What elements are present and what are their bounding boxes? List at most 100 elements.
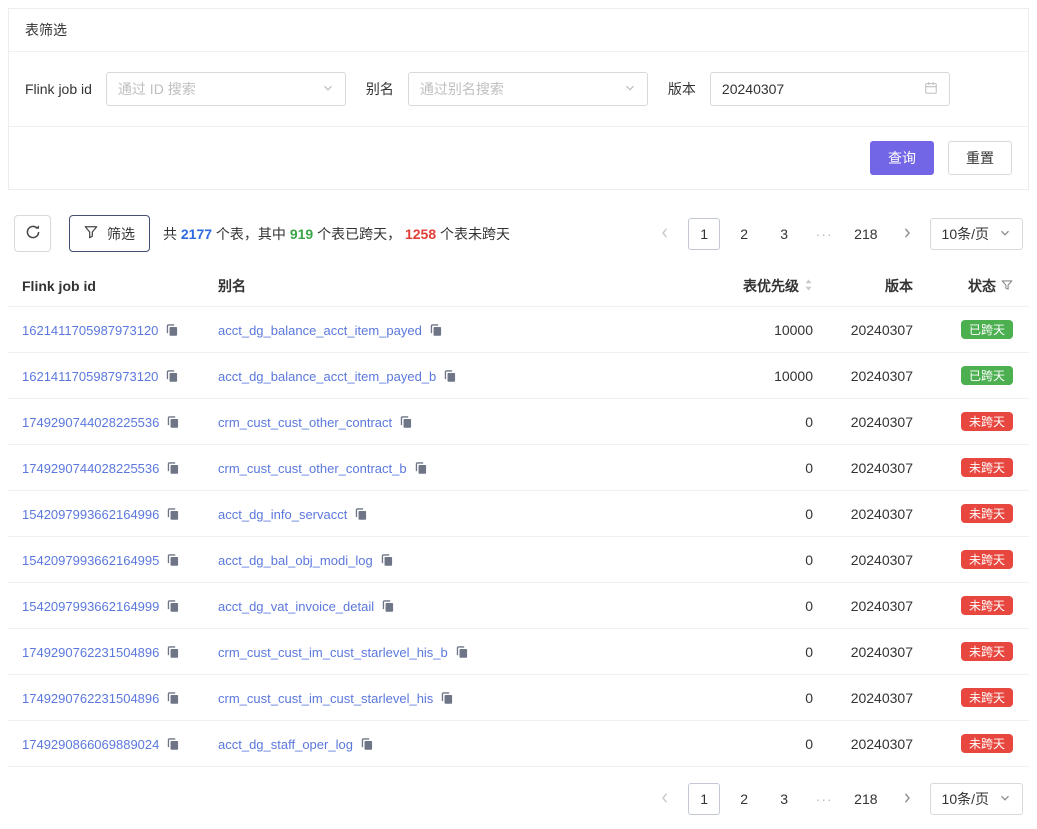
job-id-link[interactable]: 1542097993662164996 (22, 507, 159, 522)
page-button-1[interactable]: 1 (688, 783, 720, 815)
version-cell: 20240307 (829, 537, 929, 583)
job-id-cell: 1621411705987973120 (8, 353, 204, 399)
copy-icon[interactable] (166, 737, 180, 751)
copy-icon[interactable] (165, 369, 179, 383)
page-size-select[interactable]: 10条/页 (930, 218, 1023, 250)
alias-link[interactable]: acct_dg_balance_acct_item_payed_b (218, 369, 436, 384)
query-button[interactable]: 查询 (870, 141, 934, 175)
job-id-link[interactable]: 1621411705987973120 (22, 369, 158, 384)
copy-icon[interactable] (354, 507, 368, 521)
alias-cell: acct_dg_vat_invoice_detail (204, 583, 717, 629)
version-date-input[interactable]: 20240307 (710, 72, 950, 106)
col-header-priority[interactable]: 表优先级 (717, 266, 829, 307)
job-id-link[interactable]: 1749290762231504896 (22, 691, 159, 706)
status-filter-icon[interactable] (1001, 278, 1013, 294)
page-button-1[interactable]: 1 (688, 218, 720, 250)
copy-icon[interactable] (166, 599, 180, 613)
copy-icon[interactable] (443, 369, 457, 383)
priority-cell: 0 (717, 721, 829, 767)
job-id-link[interactable]: 1621411705987973120 (22, 323, 158, 338)
copy-icon[interactable] (166, 691, 180, 705)
status-cell: 未跨天 (929, 537, 1029, 583)
alias-cell: crm_cust_cust_im_cust_starlevel_his_b (204, 629, 717, 675)
status-cell: 已跨天 (929, 307, 1029, 353)
copy-icon[interactable] (166, 461, 180, 475)
job-id-field: Flink job id 通过 ID 搜索 (25, 72, 346, 106)
version-value: 20240307 (722, 81, 784, 97)
chevron-down-icon (322, 81, 334, 97)
alias-field: 别名 通过别名搜索 (366, 72, 648, 106)
job-id-link[interactable]: 1749290866069889024 (22, 737, 159, 752)
job-id-select[interactable]: 通过 ID 搜索 (106, 72, 346, 106)
copy-icon[interactable] (166, 645, 180, 659)
alias-link[interactable]: crm_cust_cust_other_contract (218, 415, 392, 430)
alias-link[interactable]: crm_cust_cust_im_cust_starlevel_his_b (218, 645, 448, 660)
summary-text: 个表已跨天， (313, 226, 405, 242)
job-id-link[interactable]: 1749290762231504896 (22, 645, 159, 660)
page: 表筛选 Flink job id 通过 ID 搜索 别名 通过别名搜索 (0, 0, 1037, 829)
refresh-button[interactable] (14, 215, 51, 252)
alias-link[interactable]: acct_dg_info_servacct (218, 507, 347, 522)
toolbar: 筛选 共 2177 个表，其中 919 个表已跨天， 1258 个表未跨天 12… (14, 215, 1023, 252)
filter-toggle-label: 筛选 (107, 224, 135, 244)
copy-icon[interactable] (380, 553, 394, 567)
copy-icon[interactable] (414, 461, 428, 475)
priority-cell: 0 (717, 445, 829, 491)
alias-link[interactable]: acct_dg_bal_obj_modi_log (218, 553, 373, 568)
filter-row: Flink job id 通过 ID 搜索 别名 通过别名搜索 (9, 52, 1028, 127)
page-button-3[interactable]: 3 (768, 783, 800, 815)
table-row: 1749290744028225536 crm_cust_cust_other_… (8, 445, 1029, 491)
page-button-3[interactable]: 3 (768, 218, 800, 250)
alias-select[interactable]: 通过别名搜索 (408, 72, 648, 106)
copy-icon[interactable] (166, 415, 180, 429)
copy-icon[interactable] (455, 645, 469, 659)
copy-icon[interactable] (360, 737, 374, 751)
status-badge: 未跨天 (961, 504, 1013, 523)
pagination-ellipsis[interactable]: ··· (808, 783, 840, 815)
next-page-button[interactable] (892, 218, 922, 250)
page-size-select[interactable]: 10条/页 (930, 783, 1023, 815)
table-row: 1621411705987973120 acct_dg_balance_acct… (8, 307, 1029, 353)
alias-link[interactable]: acct_dg_vat_invoice_detail (218, 599, 374, 614)
job-id-link[interactable]: 1749290744028225536 (22, 415, 159, 430)
copy-icon[interactable] (429, 323, 443, 337)
job-id-cell: 1542097993662164996 (8, 491, 204, 537)
copy-icon[interactable] (440, 691, 454, 705)
copy-icon[interactable] (166, 507, 180, 521)
sort-icon[interactable] (804, 278, 813, 295)
prev-page-button[interactable] (650, 783, 680, 815)
alias-cell: acct_dg_balance_acct_item_payed_b (204, 353, 717, 399)
alias-cell: acct_dg_staff_oper_log (204, 721, 717, 767)
page-button-218[interactable]: 218 (848, 783, 883, 815)
copy-icon[interactable] (399, 415, 413, 429)
version-cell: 20240307 (829, 445, 929, 491)
status-badge: 未跨天 (961, 412, 1013, 431)
chevron-right-icon (901, 791, 913, 807)
filter-toggle-button[interactable]: 筛选 (69, 215, 150, 252)
alias-link[interactable]: acct_dg_staff_oper_log (218, 737, 353, 752)
copy-icon[interactable] (165, 323, 179, 337)
next-page-button[interactable] (892, 783, 922, 815)
prev-page-button[interactable] (650, 218, 680, 250)
table-row: 1542097993662164999 acct_dg_vat_invoice_… (8, 583, 1029, 629)
alias-link[interactable]: crm_cust_cust_other_contract_b (218, 461, 407, 476)
page-button-218[interactable]: 218 (848, 218, 883, 250)
page-button-2[interactable]: 2 (728, 218, 760, 250)
page-button-2[interactable]: 2 (728, 783, 760, 815)
version-field: 版本 20240307 (668, 72, 950, 106)
job-id-link[interactable]: 1542097993662164995 (22, 553, 159, 568)
alias-cell: crm_cust_cust_im_cust_starlevel_his (204, 675, 717, 721)
job-id-link[interactable]: 1749290744028225536 (22, 461, 159, 476)
tables-table: Flink job id 别名 表优先级 版本 状态 (8, 266, 1029, 767)
status-cell: 未跨天 (929, 491, 1029, 537)
copy-icon[interactable] (166, 553, 180, 567)
pagination-ellipsis[interactable]: ··· (808, 218, 840, 250)
alias-link[interactable]: acct_dg_balance_acct_item_payed (218, 323, 422, 338)
status-badge: 已跨天 (961, 366, 1013, 385)
table-row: 1749290762231504896 crm_cust_cust_im_cus… (8, 675, 1029, 721)
copy-icon[interactable] (381, 599, 395, 613)
job-id-link[interactable]: 1542097993662164999 (22, 599, 159, 614)
alias-link[interactable]: crm_cust_cust_im_cust_starlevel_his (218, 691, 433, 706)
job-id-placeholder: 通过 ID 搜索 (118, 79, 196, 99)
reset-button[interactable]: 重置 (948, 141, 1012, 175)
